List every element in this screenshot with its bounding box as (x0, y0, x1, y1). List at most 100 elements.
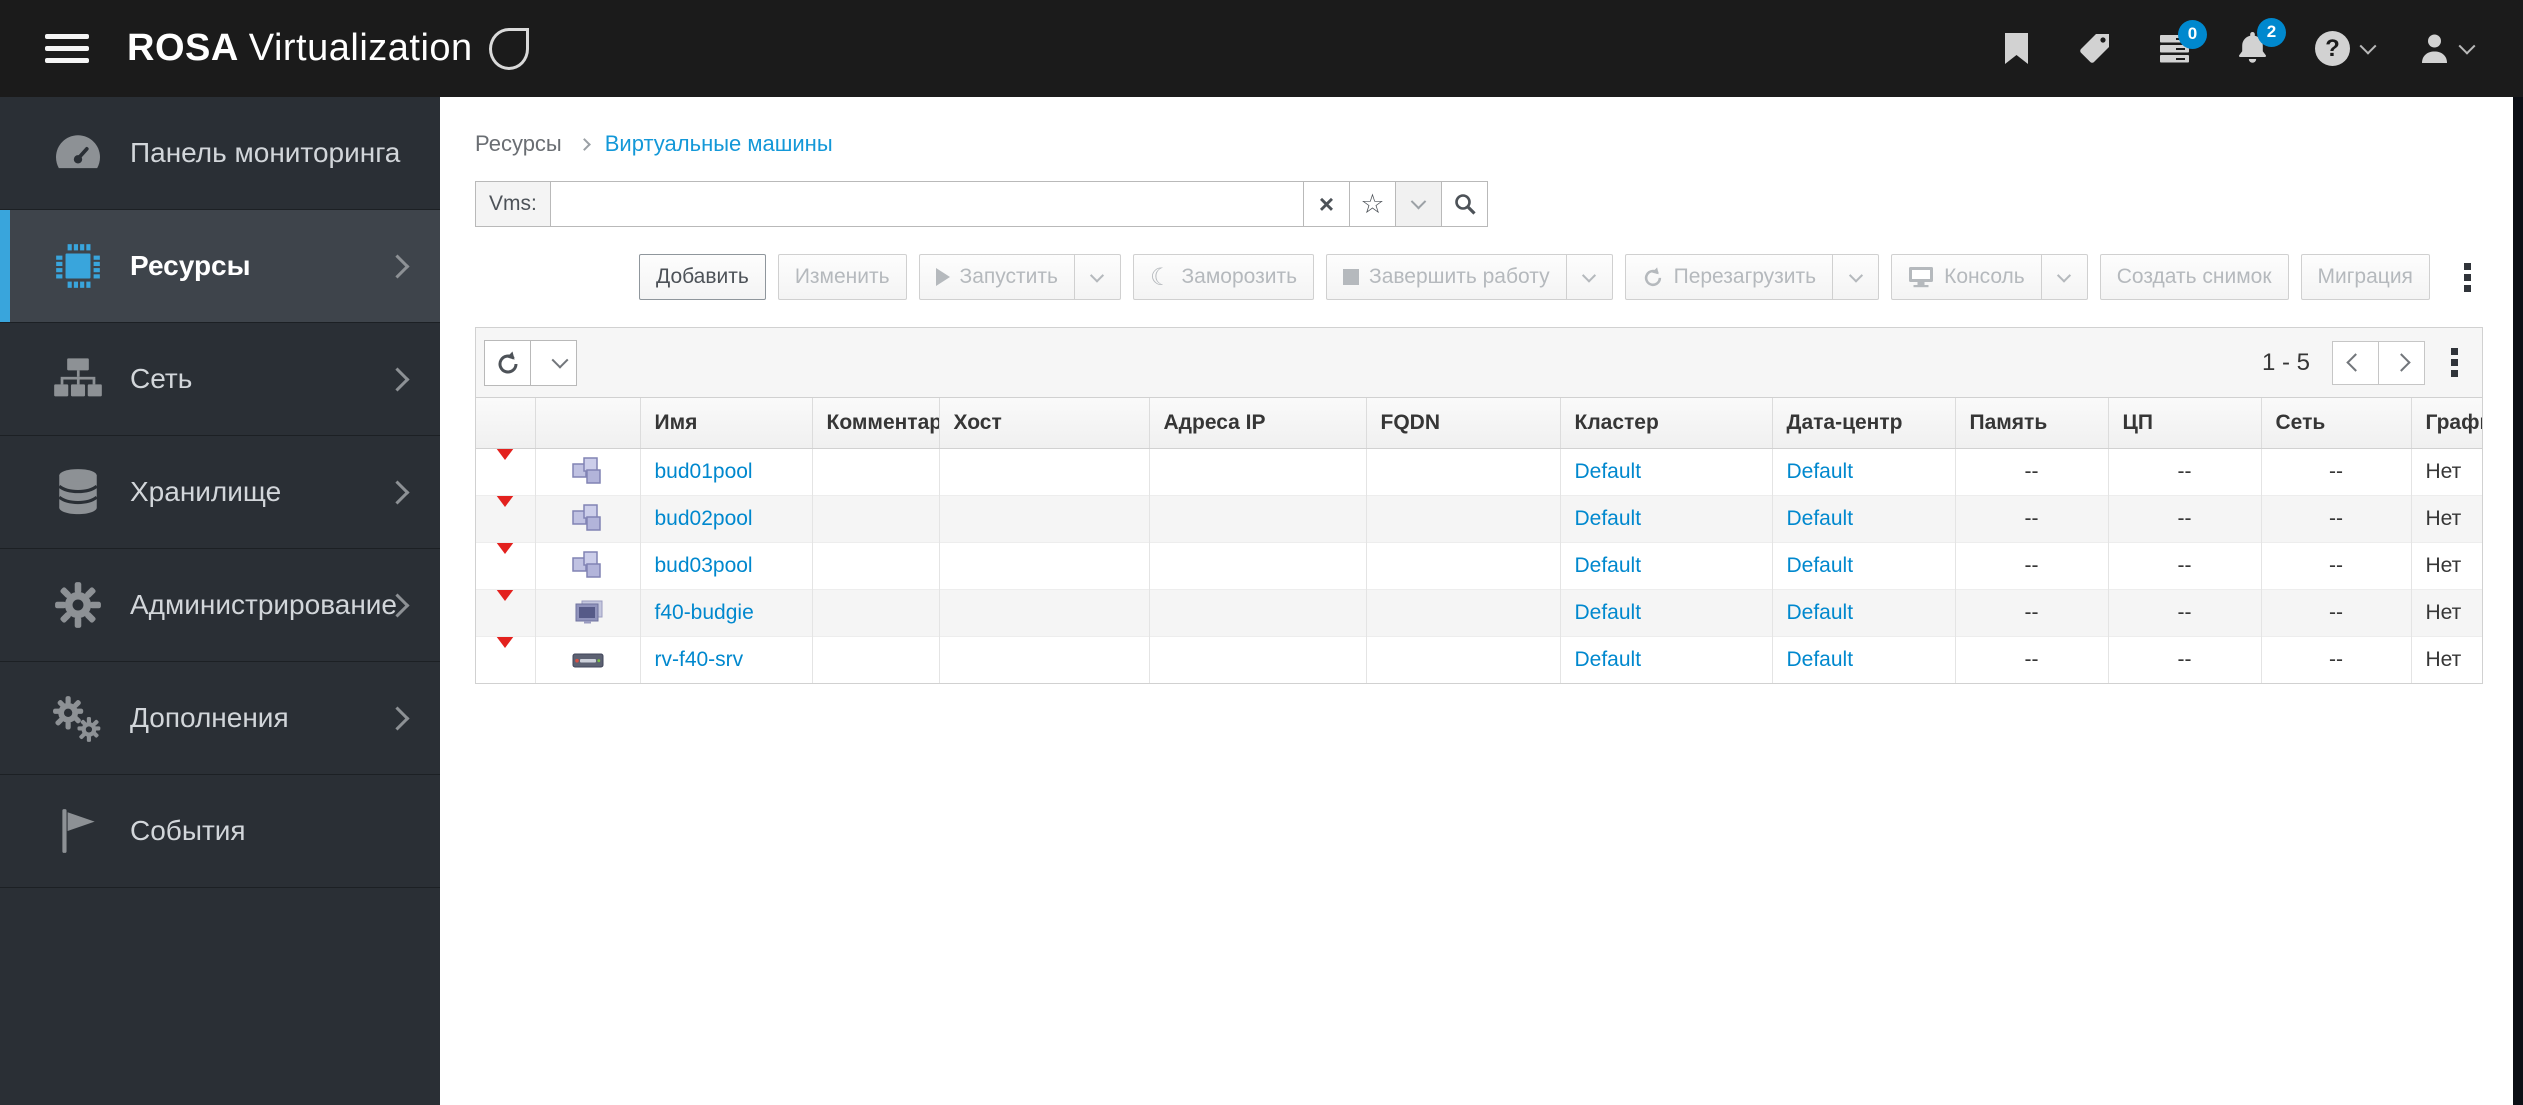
snapshot-button[interactable]: Создать снимок (2099, 254, 2289, 300)
console-dropdown-button[interactable] (2040, 254, 2088, 300)
column-header-datacenter[interactable]: Дата-центр (1772, 398, 1956, 449)
memory-cell: -- (1955, 541, 2109, 589)
search-input[interactable] (550, 181, 1304, 227)
column-header-fqdn[interactable]: FQDN (1366, 398, 1561, 449)
grid-kebab-menu[interactable] (2441, 342, 2468, 383)
graphics-cell: Нет (2411, 494, 2482, 542)
sidebar-item-network[interactable]: Сеть (0, 323, 440, 436)
vm-name-link[interactable]: bud01pool (655, 460, 753, 483)
cpu-cell: -- (2108, 588, 2262, 636)
refresh-button[interactable] (484, 339, 531, 386)
table-row[interactable]: bud01pool Default Default -- -- -- Нет (476, 447, 2482, 495)
shutdown-vm-dropdown-button[interactable] (1565, 254, 1613, 300)
next-page-button[interactable] (2378, 340, 2425, 385)
column-header-memory[interactable]: Память (1955, 398, 2109, 449)
datacenter-link[interactable]: Default (1787, 507, 1854, 530)
cluster-link[interactable]: Default (1575, 507, 1642, 530)
vm-name-link[interactable]: f40-budgie (655, 601, 754, 624)
sidebar-item-administration[interactable]: Администрирование (0, 549, 440, 662)
datacenter-link[interactable]: Default (1787, 460, 1854, 483)
sidebar-item-storage[interactable]: Хранилище (0, 436, 440, 549)
help-menu[interactable]: ? (2315, 31, 2377, 66)
sidebar-item-compute[interactable]: Ресурсы (0, 210, 440, 323)
vm-name-link[interactable]: rv-f40-srv (655, 648, 744, 671)
add-vm-button[interactable]: Добавить (639, 254, 766, 300)
cluster-link[interactable]: Default (1575, 460, 1642, 483)
hamburger-menu-icon[interactable] (45, 27, 89, 70)
breadcrumb-parent[interactable]: Ресурсы (475, 131, 562, 157)
edit-vm-button[interactable]: Изменить (777, 254, 907, 300)
reboot-vm-button[interactable]: Перезагрузить (1624, 254, 1834, 300)
table-row[interactable]: f40-budgie Default Default -- -- -- Нет (476, 588, 2482, 636)
suspend-vm-button[interactable]: ☾ Заморозить (1132, 254, 1315, 300)
shutdown-vm-button[interactable]: Завершить работу (1326, 254, 1567, 300)
search-submit-button[interactable] (1441, 181, 1488, 227)
tag-icon[interactable] (2077, 32, 2113, 66)
column-header-comment[interactable]: Комментарий (812, 398, 940, 449)
column-header-name[interactable]: Имя (640, 398, 813, 449)
column-header-cpu[interactable]: ЦП (2108, 398, 2262, 449)
refresh-icon (498, 351, 517, 373)
reboot-vm-dropdown-button[interactable] (1832, 254, 1880, 300)
column-header-network[interactable]: Сеть (2261, 398, 2412, 449)
migrate-button[interactable]: Миграция (2300, 254, 2430, 300)
table-row[interactable]: rv-f40-srv Default Default -- -- -- Нет (476, 635, 2482, 683)
tasks-icon[interactable]: 0 (2159, 19, 2207, 65)
graphics-cell: Нет (2411, 447, 2482, 495)
table-row[interactable]: bud03pool Default Default -- -- -- Нет (476, 541, 2482, 589)
ip-cell (1149, 588, 1367, 636)
column-header-host[interactable]: Хост (939, 398, 1150, 449)
column-header-graphics[interactable]: Графика (2411, 398, 2482, 449)
memory-cell: -- (1955, 494, 2109, 542)
column-header-status[interactable] (476, 398, 536, 449)
column-header-type[interactable] (535, 398, 641, 449)
host-cell (939, 447, 1150, 495)
console-button[interactable]: Консоль (1891, 254, 2042, 300)
dashboard-gauge-icon (46, 131, 110, 175)
sidebar-item-label: Панель мониторинга (130, 137, 401, 168)
comment-cell (812, 447, 940, 495)
host-cell (939, 635, 1150, 683)
datacenter-link[interactable]: Default (1787, 601, 1854, 624)
comment-cell (812, 541, 940, 589)
administration-gear-icon (46, 581, 110, 629)
cluster-link[interactable]: Default (1575, 601, 1642, 624)
table-row[interactable]: bud02pool Default Default -- -- -- Нет (476, 494, 2482, 542)
cluster-link[interactable]: Default (1575, 554, 1642, 577)
toolbar-kebab-menu[interactable] (2454, 257, 2481, 298)
chevron-right-icon (385, 479, 410, 505)
column-header-ip[interactable]: Адреса IP (1149, 398, 1367, 449)
run-vm-button[interactable]: Запустить (918, 254, 1075, 300)
bookmark-icon[interactable] (2002, 32, 2031, 66)
table-header-row: Имя Комментарий Хост Адреса IP FQDN Клас… (476, 398, 2482, 449)
chevron-right-icon (577, 137, 591, 151)
datacenter-link[interactable]: Default (1787, 648, 1854, 671)
breadcrumb-current-link[interactable]: Виртуальные машины (605, 131, 833, 157)
memory-cell: -- (1955, 447, 2109, 495)
user-icon (2422, 34, 2447, 63)
column-header-cluster[interactable]: Кластер (1560, 398, 1773, 449)
refresh-dropdown-button[interactable] (530, 339, 577, 386)
run-vm-dropdown-button[interactable] (1073, 254, 1121, 300)
sidebar-item-label: Хранилище (130, 476, 282, 507)
prev-page-button[interactable] (2332, 340, 2379, 385)
notifications-bell-icon[interactable]: 2 (2236, 17, 2286, 67)
vm-pool-icon (571, 503, 601, 531)
user-menu[interactable] (2420, 32, 2476, 65)
sidebar-item-dashboard[interactable]: Панель мониторинга (0, 97, 440, 210)
sidebar-item-events[interactable]: События (0, 775, 440, 888)
clear-search-button[interactable]: × (1303, 181, 1350, 227)
search-dropdown-button[interactable] (1395, 181, 1442, 227)
vm-status-down-icon (493, 449, 518, 483)
bookmark-search-button[interactable]: ☆ (1349, 181, 1396, 227)
chevron-down-icon (1090, 268, 1105, 283)
vm-name-link[interactable]: bud03pool (655, 554, 753, 577)
chevron-down-icon (1582, 268, 1597, 283)
cluster-link[interactable]: Default (1575, 648, 1642, 671)
sidebar-item-addons[interactable]: Дополнения (0, 662, 440, 775)
vm-table: Имя Комментарий Хост Адреса IP FQDN Клас… (476, 398, 2482, 683)
network-cell: -- (2261, 494, 2412, 542)
vm-name-link[interactable]: bud02pool (655, 507, 753, 530)
datacenter-link[interactable]: Default (1787, 554, 1854, 577)
fqdn-cell (1366, 494, 1561, 542)
